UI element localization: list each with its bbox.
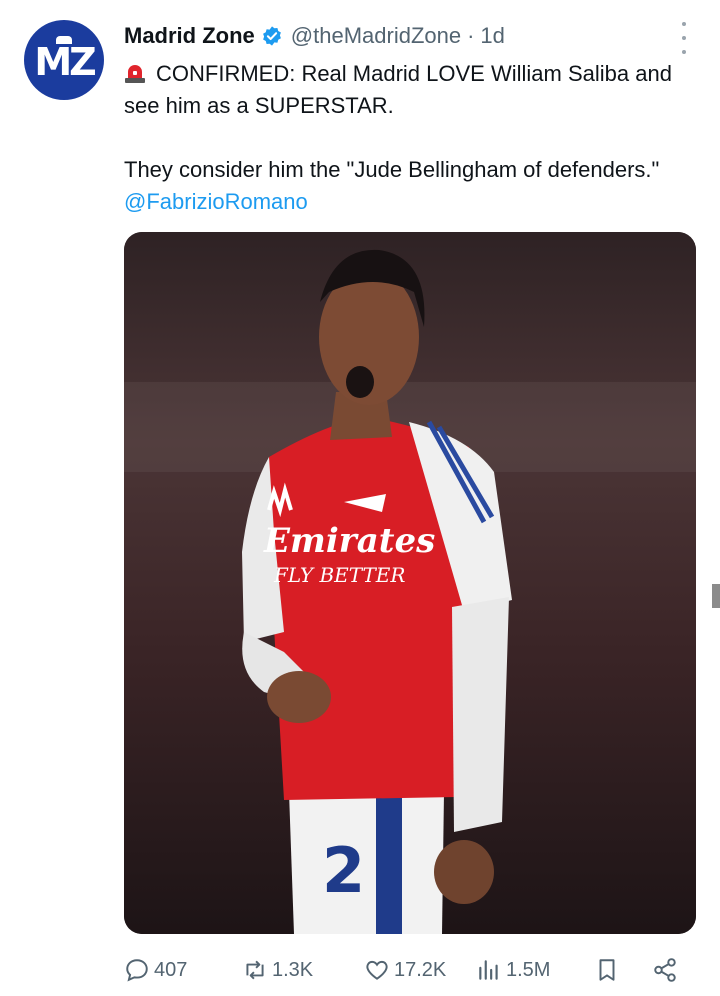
author-name[interactable]: Madrid Zone bbox=[124, 23, 255, 49]
tweet-line-1-text: CONFIRMED: Real Madrid LOVE William Sali… bbox=[124, 61, 672, 118]
like-button[interactable]: 17.2K bbox=[364, 950, 446, 990]
tweet-line-1: CONFIRMED: Real Madrid LOVE William Sali… bbox=[124, 58, 704, 122]
author-avatar[interactable]: MZ bbox=[24, 20, 104, 100]
like-icon bbox=[366, 960, 388, 980]
share-button[interactable] bbox=[652, 950, 678, 990]
shirt-sponsor-subtext: FLY BETTER bbox=[273, 563, 405, 587]
separator-dot: · bbox=[467, 23, 475, 48]
author-handle[interactable]: @theMadridZone bbox=[291, 23, 461, 49]
avatar-text: MZ bbox=[34, 40, 96, 84]
scrollbar[interactable] bbox=[712, 584, 720, 608]
tweet-text: CONFIRMED: Real Madrid LOVE William Sali… bbox=[124, 58, 704, 218]
verified-badge-icon bbox=[261, 25, 283, 47]
tweet-actions: 407 1.3K 17.2K 1.5M bbox=[124, 950, 696, 990]
share-icon bbox=[654, 958, 676, 982]
mention-link[interactable]: @FabrizioRomano bbox=[124, 189, 308, 214]
repost-button[interactable]: 1.3K bbox=[242, 950, 313, 990]
reply-count: 407 bbox=[154, 958, 188, 981]
views-icon bbox=[479, 960, 498, 980]
reply-button[interactable]: 407 bbox=[124, 950, 187, 990]
shorts-number: 2 bbox=[322, 834, 365, 907]
avatar-crown bbox=[56, 36, 72, 44]
bookmark-icon bbox=[599, 959, 615, 981]
like-count: 17.2K bbox=[394, 958, 447, 981]
shirt-sponsor-text: Emirates bbox=[263, 521, 435, 561]
tweet-line-2: They consider him the "Jude Bellingham o… bbox=[124, 157, 660, 182]
siren-icon bbox=[124, 60, 146, 83]
tweet-image[interactable]: 2 Emirates FLY BETTER bbox=[124, 232, 696, 934]
bookmark-button[interactable] bbox=[594, 950, 620, 990]
player-illustration: 2 Emirates FLY BETTER bbox=[124, 232, 696, 934]
views-button[interactable]: 1.5M bbox=[476, 950, 550, 990]
repost-count: 1.3K bbox=[272, 958, 314, 981]
views-count: 1.5M bbox=[506, 958, 551, 981]
reply-icon bbox=[126, 959, 148, 982]
more-icon[interactable] bbox=[678, 22, 690, 54]
tweet-time[interactable]: 1d bbox=[480, 23, 504, 49]
repost-icon bbox=[246, 960, 264, 980]
tweet-header: Madrid Zone @theMadridZone · 1d bbox=[124, 20, 680, 52]
